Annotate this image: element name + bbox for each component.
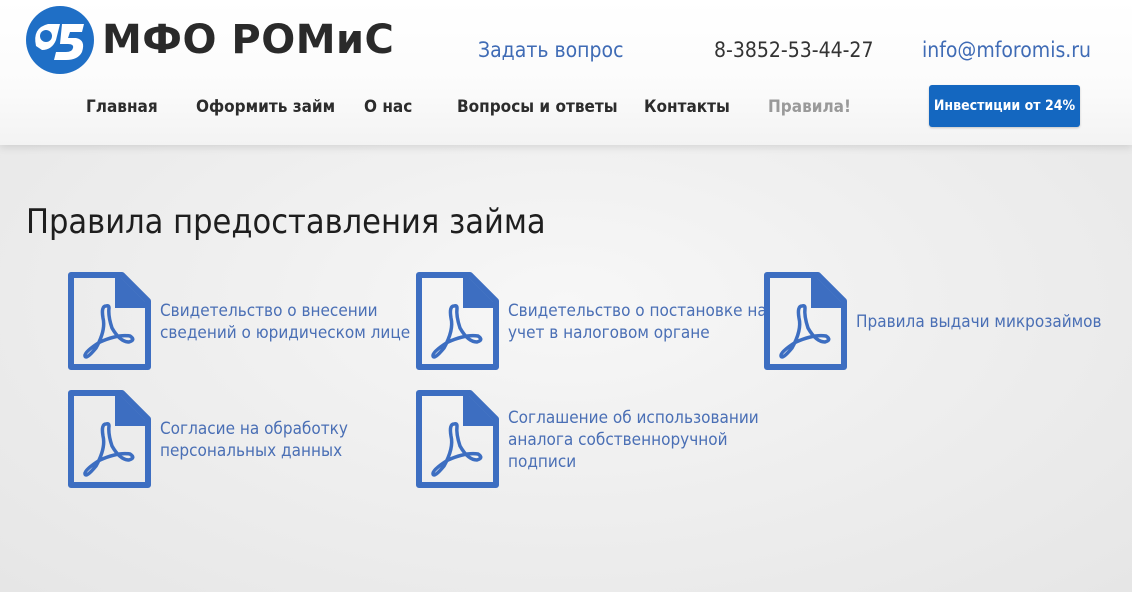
document-label: Согласие на обработку персональных данны…	[160, 419, 348, 461]
document-link[interactable]: Соглашение об использовании аналога собс…	[414, 390, 759, 490]
ask-question-link[interactable]: Задать вопрос	[478, 38, 623, 62]
nav-item-apply-loan[interactable]: Оформить займ	[196, 96, 335, 118]
nav-item-about[interactable]: О нас	[364, 96, 412, 118]
pdf-icon	[416, 272, 499, 370]
investments-button[interactable]: Инвестиции от 24%	[929, 85, 1080, 127]
document-label: Правила выдачи микрозаймов	[856, 312, 1102, 332]
document-link[interactable]: Согласие на обработку персональных данны…	[66, 390, 348, 490]
page-title: Правила предоставления займа	[26, 202, 546, 242]
nav-item-rules[interactable]: Правила!	[768, 96, 851, 118]
logo-mark-icon	[26, 6, 94, 74]
logo-text: МФО РОМиС	[102, 17, 395, 63]
document-link[interactable]: Свидетельство о внесении сведений о юрид…	[66, 272, 410, 372]
document-link[interactable]: Правила выдачи микрозаймов	[762, 272, 1102, 372]
email-link[interactable]: info@mforomis.ru	[922, 38, 1091, 62]
logo[interactable]: МФО РОМиС	[26, 6, 394, 74]
document-label: Свидетельство о внесении сведений о юрид…	[160, 301, 411, 343]
document-label: Свидетельство о постановке на учет в нал…	[508, 301, 767, 343]
main-content: Правила предоставления займа Свидетельст…	[0, 145, 1132, 592]
phone-number: 8-3852-53-44-27	[714, 38, 874, 62]
pdf-icon	[68, 390, 151, 488]
pdf-icon	[764, 272, 847, 370]
nav-item-faq[interactable]: Вопросы и ответы	[457, 96, 618, 118]
document-link[interactable]: Свидетельство о постановке на учет в нал…	[414, 272, 767, 372]
pdf-icon	[68, 272, 151, 370]
nav-item-home[interactable]: Главная	[86, 96, 158, 118]
nav-item-contacts[interactable]: Контакты	[644, 96, 730, 118]
pdf-icon	[416, 390, 499, 488]
document-label: Соглашение об использовании аналога собс…	[508, 408, 759, 472]
site-header: МФО РОМиС Задать вопрос 8-3852-53-44-27 …	[0, 0, 1132, 145]
